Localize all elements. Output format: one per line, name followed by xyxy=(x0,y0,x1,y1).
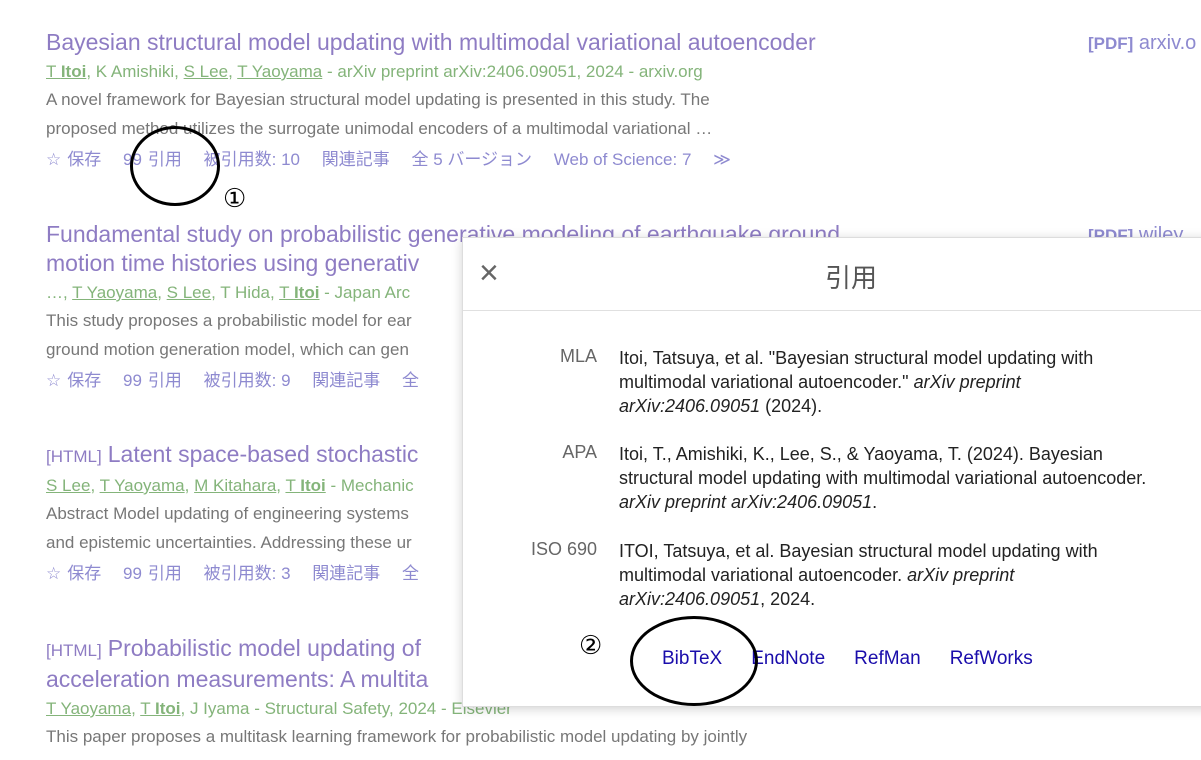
quote-icon: 99 xyxy=(122,371,142,390)
result-source: - Japan Arc xyxy=(319,283,411,302)
related-link[interactable]: 関連記事 xyxy=(312,564,380,583)
author-link[interactable]: S Lee xyxy=(46,476,90,495)
cited-by-link[interactable]: 被引用数: 3 xyxy=(204,564,291,583)
result-source: - arXiv preprint arXiv:2406.09051, 2024 … xyxy=(322,62,703,81)
dialog-title: 引用 xyxy=(825,263,878,293)
author-link[interactable]: T Itoi xyxy=(46,62,86,81)
cite-dialog: × 引用 MLA Itoi, Tatsuya, et al. "Bayesian… xyxy=(462,237,1201,707)
double-chevron-icon[interactable]: ≫ xyxy=(713,150,731,169)
citation-journal: arXiv preprint arXiv:2406.09051 xyxy=(619,492,873,512)
cite-button[interactable]: 99 引用 xyxy=(123,564,182,583)
related-link[interactable]: 関連記事 xyxy=(322,150,390,169)
annotation-number: ① xyxy=(223,184,247,214)
citation-format-label: MLA xyxy=(559,346,597,366)
wos-link[interactable]: Web of Science: 7 xyxy=(554,150,692,169)
author-link[interactable]: T Yaoyama xyxy=(237,62,322,81)
save-button[interactable]: ☆ 保存 xyxy=(46,150,101,169)
citation-text[interactable]: Itoi, Tatsuya, et al. "Bayesian structur… xyxy=(619,346,1159,418)
citation-text[interactable]: ITOI, Tatsuya, et al. Bayesian structura… xyxy=(619,539,1159,611)
author-link[interactable]: M Kitahara xyxy=(194,476,276,495)
result-title[interactable]: Bayesian structural model updating with … xyxy=(46,28,946,57)
versions-link[interactable]: 全 xyxy=(402,564,419,583)
close-icon[interactable]: × xyxy=(479,256,499,290)
save-button[interactable]: ☆ 保存 xyxy=(46,564,101,583)
author-link[interactable]: S Lee xyxy=(167,283,211,302)
result-snippet: This paper proposes a multitask learning… xyxy=(46,727,748,746)
citation-journal: arXiv preprint arXiv:2406.09051 xyxy=(619,565,1015,609)
annotation-circle xyxy=(130,126,220,206)
endnote-link[interactable]: EndNote xyxy=(751,648,825,669)
author-link[interactable]: T Yaoyama xyxy=(72,283,157,302)
pdf-link[interactable]: [PDF] arxiv.o xyxy=(1088,32,1196,55)
author-link[interactable]: T Itoi xyxy=(140,699,180,718)
author-link[interactable]: T Yaoyama xyxy=(46,699,131,718)
author-link[interactable]: T Itoi xyxy=(285,476,325,495)
refman-link[interactable]: RefMan xyxy=(854,648,921,669)
result-authors: T Itoi, K Amishiki, S Lee, T Yaoyama - a… xyxy=(46,62,703,81)
dialog-header: × 引用 xyxy=(463,238,1201,311)
author-link[interactable]: S Lee xyxy=(184,62,228,81)
star-icon: ☆ xyxy=(46,371,62,390)
citation-format-label: ISO 690 xyxy=(530,539,597,559)
star-icon: ☆ xyxy=(46,564,62,583)
author-link[interactable]: T Yaoyama xyxy=(100,476,185,495)
citation-journal: arXiv preprint arXiv:2406.09051 xyxy=(619,372,1021,416)
refworks-link[interactable]: RefWorks xyxy=(950,648,1033,669)
annotation-circle xyxy=(630,616,758,706)
related-link[interactable]: 関連記事 xyxy=(312,371,380,390)
citation-format-label: APA xyxy=(562,442,597,462)
cite-button[interactable]: 99 引用 xyxy=(123,371,182,390)
citation-text[interactable]: Itoi, T., Amishiki, K., Lee, S., & Yaoya… xyxy=(619,442,1159,514)
versions-link[interactable]: 全 5 バージョン xyxy=(411,150,532,169)
star-icon: ☆ xyxy=(46,150,62,169)
annotation-number: ② xyxy=(579,631,603,661)
result-source: - Mechanic xyxy=(325,476,414,495)
quote-icon: 99 xyxy=(122,564,142,583)
versions-link[interactable]: 全 xyxy=(402,371,419,390)
author-link[interactable]: T Itoi xyxy=(279,283,319,302)
save-button[interactable]: ☆ 保存 xyxy=(46,371,101,390)
cited-by-link[interactable]: 被引用数: 9 xyxy=(204,371,291,390)
